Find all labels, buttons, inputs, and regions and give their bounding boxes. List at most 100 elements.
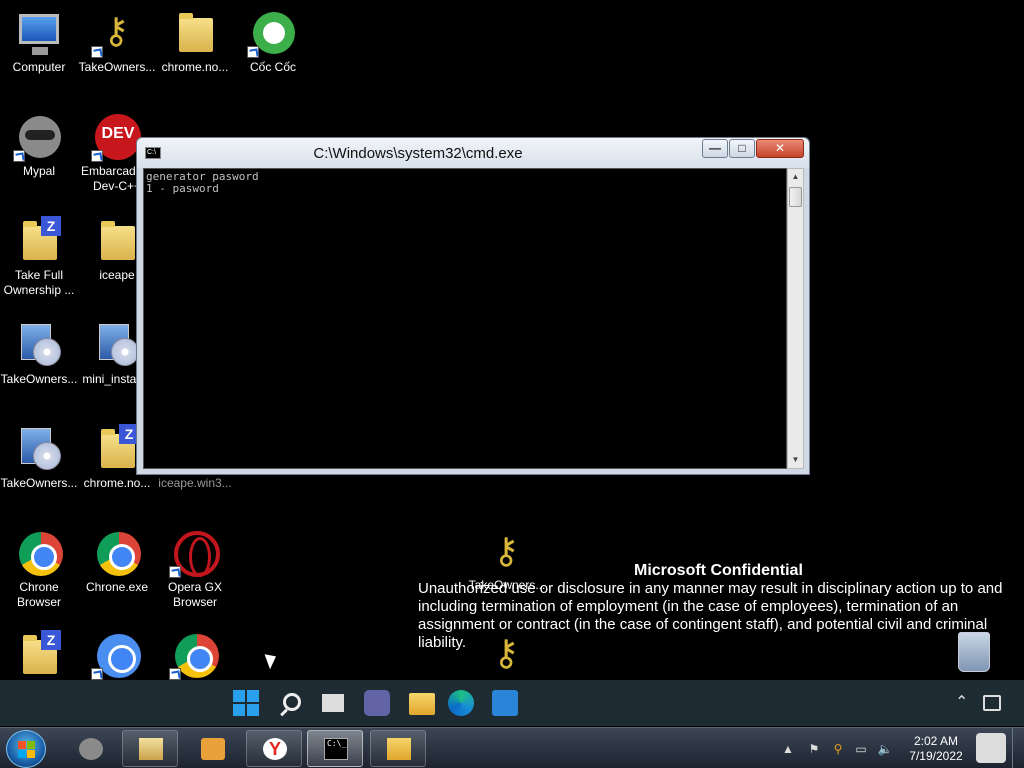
search-icon[interactable] [283, 693, 301, 711]
folder-icon [179, 13, 213, 52]
desktop-icon-label: Chrone Browser [16, 580, 61, 609]
cmd-window[interactable]: C:\ C:\Windows\system32\cmd.exe — □ ✕ ge… [136, 137, 810, 475]
yandex-icon: Y [263, 738, 287, 760]
windows-flag-icon [18, 741, 35, 758]
disc-icon [111, 338, 139, 366]
taskbar: Y C:\_ ▲ ⚑ ⚲ ▭ 🔈 2:02 AM 7/19/2022 [0, 727, 1024, 768]
desktop-icon-label: chrome.no... [161, 60, 229, 74]
folder-icon [387, 738, 411, 760]
desktop-icon-label: iceape.win3... [158, 476, 232, 490]
show-hidden-icons-icon[interactable]: ▲ [780, 741, 796, 757]
mypal-icon [79, 738, 103, 760]
chevron-up-icon[interactable]: ⌃ [955, 692, 968, 712]
desktop-icon-chrome-folder[interactable]: chrome.no... [156, 8, 234, 75]
maximize-button[interactable]: □ [729, 139, 755, 158]
window-titlebar[interactable]: C:\ C:\Windows\system32\cmd.exe — □ ✕ [137, 138, 809, 168]
desktop-icon-take-full-ownership[interactable]: Z Take Full Ownership ... [0, 216, 78, 298]
vertical-scrollbar[interactable]: ▲ ▼ [787, 168, 804, 469]
desktop-icon-zip-folder-bottom[interactable]: Z [0, 630, 78, 678]
zip-icon: Z [41, 216, 61, 236]
network-icon[interactable]: ▭ [853, 741, 869, 757]
windows-start-icon[interactable] [233, 690, 259, 716]
shortcut-arrow-icon [169, 668, 181, 680]
task-view-icon[interactable] [322, 694, 344, 712]
confidential-body: Unauthorized use or disclosure in any ma… [418, 580, 1003, 651]
desktop-icon-label: Chrone.exe [85, 580, 149, 594]
desktop-icon-chrome-bottom[interactable] [156, 630, 234, 680]
desktop-icon-label: Cốc Cốc [249, 60, 296, 74]
shortcut-arrow-icon [91, 668, 103, 680]
desktop-icon-label: Opera GX Browser [167, 580, 223, 609]
desktop-icon-label: TakeOwners... [0, 372, 78, 386]
keys-icon: ⚷ [493, 530, 520, 571]
chrome-icon [97, 532, 141, 576]
desktop-icon-mypal[interactable]: Mypal [0, 112, 78, 179]
close-button[interactable]: ✕ [756, 139, 804, 158]
chat-icon[interactable] [364, 690, 390, 716]
chrome-icon [175, 634, 219, 678]
chrome-icon [19, 532, 63, 576]
file-explorer-icon [139, 738, 163, 760]
disc-icon [33, 442, 61, 470]
desktop-icon-label: Mypal [22, 164, 55, 178]
edge-icon[interactable] [448, 690, 474, 716]
zip-icon: Z [41, 630, 61, 650]
window-title: C:\Windows\system32\cmd.exe [313, 145, 523, 162]
notification-icon[interactable] [983, 695, 1001, 711]
desktop-icon-coccoc[interactable]: Cốc Cốc [234, 8, 312, 75]
desktop-icon-opera-gx[interactable]: Opera GX Browser [156, 528, 234, 610]
desktop-icon-chromium-bottom[interactable] [78, 630, 156, 680]
clock[interactable]: 2:02 AM 7/19/2022 [898, 734, 974, 764]
desktop-icon-label: TakeOwners... [0, 476, 78, 490]
keys-icon: ⚷ [103, 10, 130, 51]
desktop-icon-takeownership-1[interactable]: ⚷ TakeOwners... [78, 8, 156, 75]
taskbar-item-explorer[interactable] [122, 730, 178, 767]
scroll-up-arrow-icon[interactable]: ▲ [788, 169, 803, 185]
media-player-icon [201, 738, 225, 760]
shortcut-arrow-icon [247, 46, 259, 58]
avatar[interactable] [976, 733, 1006, 763]
mouse-cursor-icon [264, 650, 280, 670]
taskbar-item-folder[interactable] [370, 730, 426, 767]
minimize-button[interactable]: — [702, 139, 728, 158]
desktop-icon-computer[interactable]: Computer [0, 8, 78, 75]
coccoc-icon [253, 12, 295, 54]
show-desktop-button[interactable] [1012, 728, 1024, 768]
cmd-icon: C:\_ [324, 738, 348, 760]
search-tray-icon[interactable]: ⚲ [830, 741, 846, 757]
scroll-down-arrow-icon[interactable]: ▼ [788, 452, 803, 468]
start-button[interactable] [6, 730, 46, 768]
desktop-icon-takeownership-setup-1[interactable]: TakeOwners... [0, 320, 78, 387]
console-output[interactable]: generator pasword 1 - pasword [143, 168, 787, 469]
desktop-icon-takeownership-setup-2[interactable]: TakeOwners... [0, 424, 78, 491]
recycle-bin-icon[interactable] [958, 632, 990, 672]
volume-icon[interactable]: 🔈 [877, 741, 893, 757]
flag-icon[interactable]: ⚑ [806, 741, 822, 757]
desktop-icon-label: TakeOwners... [78, 60, 156, 74]
confidential-title: Microsoft Confidential [634, 562, 803, 579]
shortcut-arrow-icon [91, 150, 103, 162]
folder-icon [101, 221, 135, 260]
desktop-icon-label: Computer [12, 60, 66, 74]
file-explorer-icon[interactable] [409, 693, 435, 715]
desktop-icon-chrone-exe[interactable]: Chrone.exe [78, 528, 156, 595]
disc-icon [33, 338, 61, 366]
shortcut-arrow-icon [169, 566, 181, 578]
shortcut-arrow-icon [91, 46, 103, 58]
console-line: 1 - pasword [146, 182, 219, 195]
clock-time: 2:02 AM [913, 734, 959, 748]
store-icon[interactable] [492, 690, 518, 716]
desktop-icon-label: chrome.no... [83, 476, 151, 490]
clock-date: 7/19/2022 [909, 749, 963, 763]
taskbar-item-media[interactable] [184, 730, 240, 767]
desktop-icon-chrone-browser[interactable]: Chrone Browser [0, 528, 78, 610]
taskbar-item-cmd[interactable]: C:\_ [307, 730, 363, 767]
shortcut-arrow-icon [13, 150, 25, 162]
taskbar-item-mypal[interactable] [62, 730, 118, 767]
computer-icon [19, 14, 59, 55]
scrollbar-thumb[interactable] [789, 187, 802, 207]
mypal-icon [19, 116, 61, 158]
console-line: generator pasword [146, 170, 259, 183]
taskbar-item-yandex[interactable]: Y [246, 730, 302, 767]
desktop-icon-label: Take Full Ownership ... [3, 268, 75, 297]
